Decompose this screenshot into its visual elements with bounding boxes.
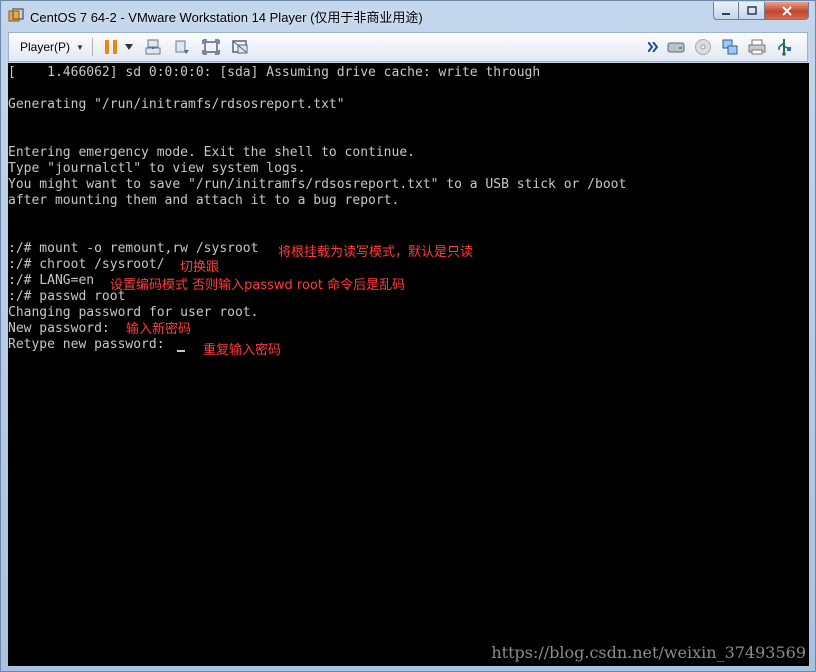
minimize-button[interactable] (713, 2, 739, 20)
console-line: :/# chroot /sysroot/ (8, 257, 165, 272)
annotation-new-password: 输入新密码 (126, 322, 192, 337)
console-line: You might want to save "/run/initramfs/r… (8, 177, 627, 192)
console-line: Generating "/run/initramfs/rdsosreport.t… (8, 97, 345, 112)
printer-icon[interactable] (747, 37, 767, 57)
console-line: Changing password for user root. (8, 305, 259, 320)
annotation-remount: 将根挂载为读写模式，默认是只读 (278, 245, 474, 260)
annotation-lang: 设置编码模式 否则输入passwd root 命令后是乱码 (110, 278, 406, 293)
annotation-retype-password: 重复输入密码 (203, 343, 282, 358)
device-icons (647, 37, 801, 57)
console-line: New password: (8, 321, 118, 336)
close-button[interactable] (765, 2, 809, 20)
send-keys-icon[interactable] (143, 37, 163, 57)
pause-icon[interactable] (101, 37, 121, 57)
window-controls (713, 2, 809, 20)
player-menu-button[interactable]: Player(P) ▼ (20, 40, 84, 54)
network-icon[interactable] (172, 37, 192, 57)
text-cursor (177, 350, 185, 352)
network-adapter-icon[interactable] (720, 37, 740, 57)
vmware-window: CentOS 7 64-2 - VMware Workstation 14 Pl… (0, 0, 816, 672)
player-menu-label: Player(P) (20, 40, 71, 54)
chevron-down-icon: ▼ (76, 42, 84, 52)
window-title: CentOS 7 64-2 - VMware Workstation 14 Pl… (30, 9, 423, 25)
watermark: https://blog.csdn.net/weixin_37493569 (491, 643, 806, 662)
unity-icon[interactable] (230, 37, 250, 57)
hdd-icon[interactable] (666, 37, 686, 57)
usb-icon[interactable] (774, 37, 794, 57)
console-line: [ 1.466062] sd 0:0:0:0: [sda] Assuming d… (8, 65, 541, 80)
toolbar-divider (91, 38, 93, 56)
cd-icon[interactable] (693, 37, 713, 57)
console-line: after mounting them and attach it to a b… (8, 193, 400, 208)
fit-window-icon[interactable] (201, 37, 221, 57)
console-line: Entering emergency mode. Exit the shell … (8, 145, 415, 160)
player-toolbar: Player(P) ▼ (8, 32, 808, 62)
maximize-button[interactable] (739, 2, 765, 20)
console-line: :/# passwd root (8, 289, 126, 304)
dropdown-icon[interactable] (124, 37, 134, 57)
console-line: :/# LANG=en (8, 273, 95, 288)
forward-icon[interactable] (647, 37, 659, 57)
title-bar[interactable]: CentOS 7 64-2 - VMware Workstation 14 Pl… (1, 1, 815, 31)
vm-console[interactable]: [ 1.466062] sd 0:0:0:0: [sda] Assuming d… (8, 63, 809, 666)
vmware-app-icon (8, 8, 24, 24)
console-line: Type "journalctl" to view system logs. (8, 161, 306, 176)
console-line: Retype new password: (8, 337, 173, 352)
console-line: :/# mount -o remount,rw /sysroot (8, 241, 259, 256)
annotation-chroot: 切换跟 (180, 260, 220, 275)
